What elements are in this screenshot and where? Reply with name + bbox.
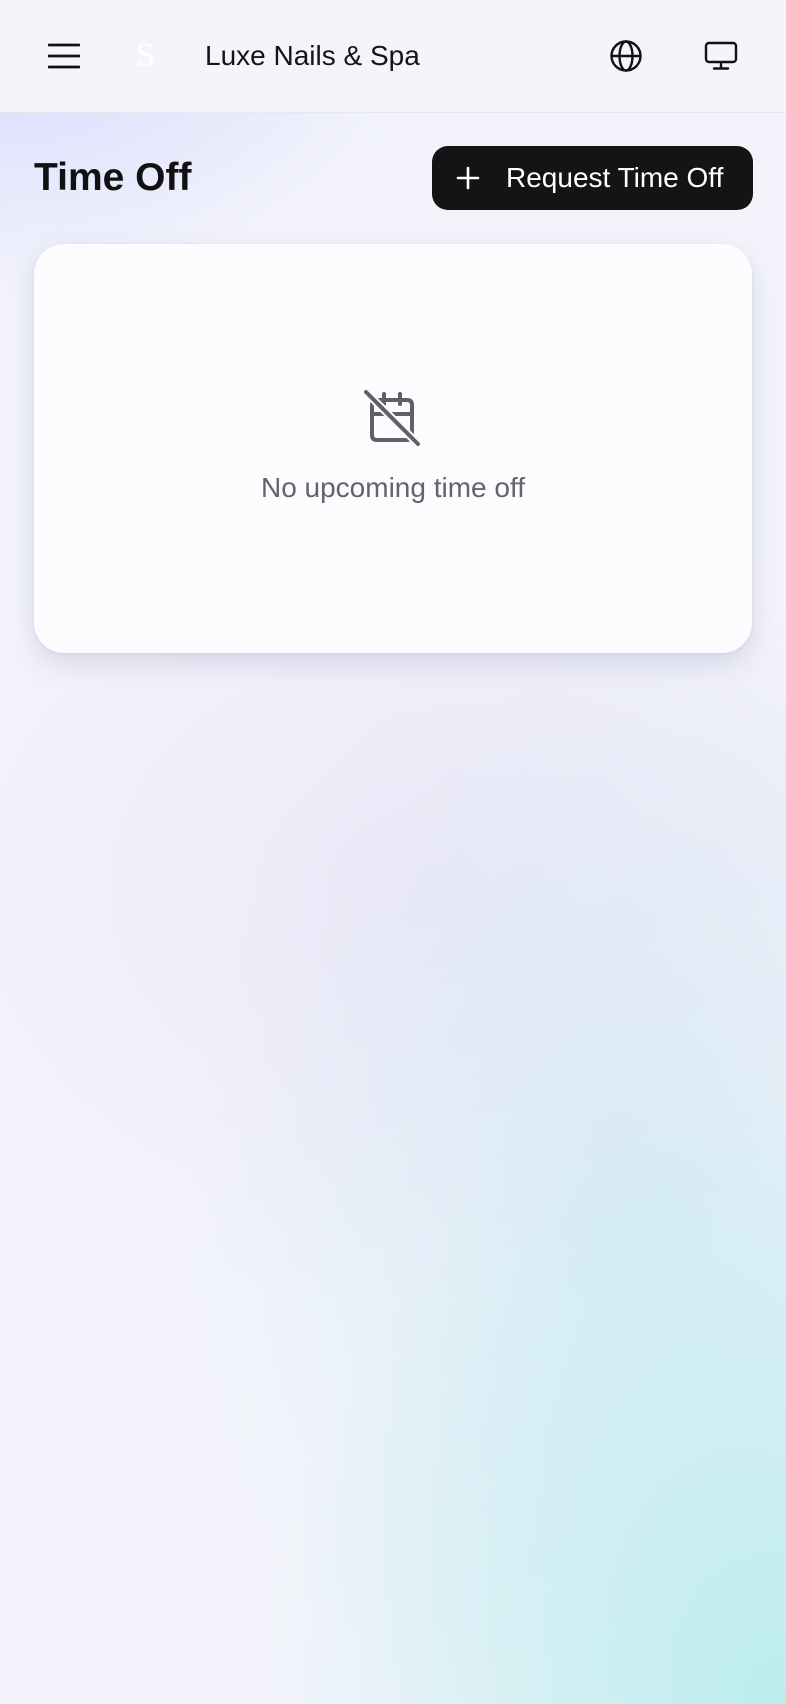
globe-icon bbox=[610, 40, 642, 72]
top-bar: S Luxe Nails & Spa bbox=[0, 0, 786, 113]
app-name: Luxe Nails & Spa bbox=[205, 40, 420, 71]
request-time-off-label: Request Time Off bbox=[506, 162, 724, 193]
calendar-off-icon bbox=[362, 388, 422, 448]
app-logo: S bbox=[136, 37, 155, 74]
display-mode-button[interactable] bbox=[697, 32, 745, 80]
page-title: Time Off bbox=[34, 156, 192, 199]
hamburger-menu-icon bbox=[48, 43, 80, 69]
monitor-icon bbox=[704, 41, 738, 70]
plus-icon bbox=[454, 164, 482, 192]
menu-button[interactable] bbox=[40, 32, 88, 80]
language-button[interactable] bbox=[602, 32, 650, 80]
request-time-off-button[interactable]: Request Time Off bbox=[432, 146, 753, 210]
empty-state-message: No upcoming time off bbox=[260, 472, 526, 503]
time-off-card: No upcoming time off bbox=[34, 244, 752, 653]
